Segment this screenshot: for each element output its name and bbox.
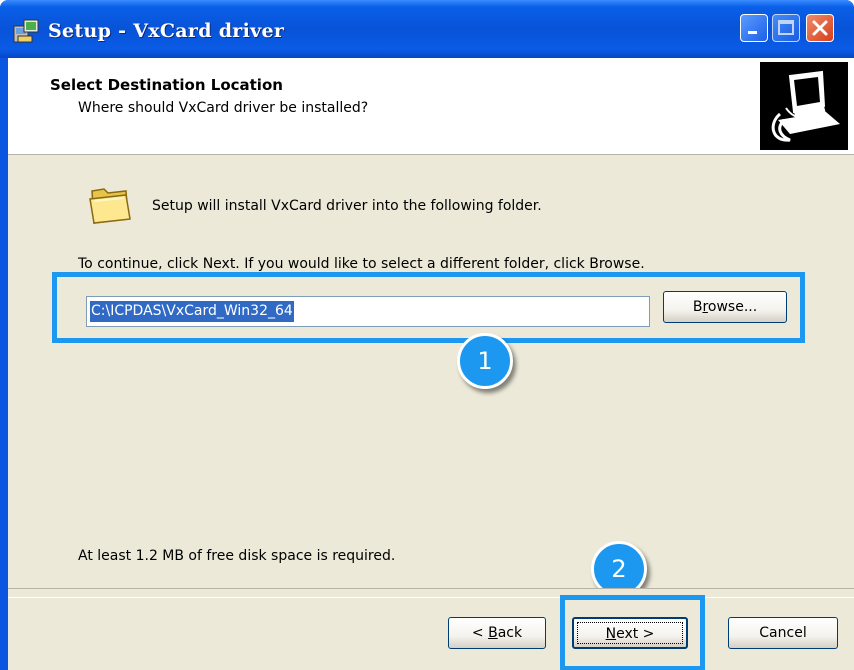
- title-bar[interactable]: Setup - VxCard driver: [0, 0, 854, 58]
- minimize-icon: [748, 31, 757, 34]
- install-folder-message: Setup will install VxCard driver into th…: [152, 198, 542, 214]
- maximize-button[interactable]: [772, 14, 800, 42]
- setup-app-icon: [13, 19, 39, 43]
- close-icon: [812, 20, 828, 36]
- setup-window: Setup - VxCard driver Select Destination…: [0, 0, 854, 670]
- computer-install-icon: [760, 62, 848, 150]
- footer-divider: [8, 597, 854, 598]
- page-subtitle: Where should VxCard driver be installed?: [78, 100, 369, 116]
- back-label-accelerator: B: [488, 625, 498, 641]
- window-title: Setup - VxCard driver: [48, 20, 285, 42]
- folder-icon: [89, 188, 131, 224]
- instruction-text: To continue, click Next. If you would li…: [78, 256, 645, 272]
- wizard-footer: < Back Next > Cancel: [8, 588, 854, 670]
- back-label-suffix: ack: [497, 625, 523, 641]
- wizard-header: Select Destination Location Where should…: [8, 58, 854, 155]
- back-button[interactable]: < Back: [448, 617, 546, 649]
- path-highlight-box: [52, 272, 805, 343]
- step-badge-1: 1: [457, 333, 513, 389]
- next-highlight-box: [560, 595, 705, 670]
- disk-space-text: At least 1.2 MB of free disk space is re…: [78, 548, 396, 564]
- minimize-button[interactable]: [740, 14, 768, 42]
- wizard-body: Setup will install VxCard driver into th…: [8, 155, 854, 597]
- close-button[interactable]: [806, 14, 834, 42]
- maximize-icon: [778, 20, 794, 35]
- page-title: Select Destination Location: [50, 76, 283, 94]
- back-label-prefix: <: [471, 625, 489, 641]
- cancel-button[interactable]: Cancel: [728, 617, 838, 649]
